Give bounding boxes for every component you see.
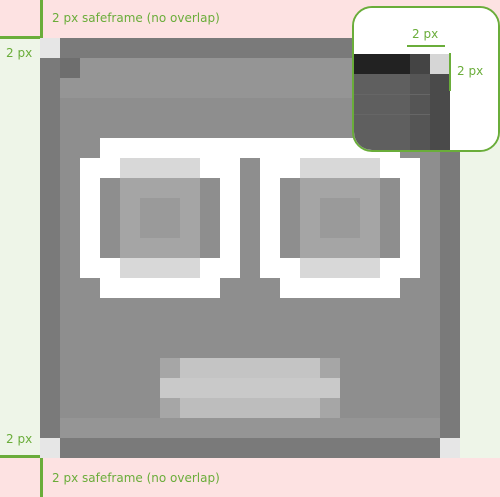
right-lens-rim-top bbox=[300, 158, 380, 178]
left-eye-top-inner-r bbox=[200, 158, 220, 178]
left-eye-right bbox=[220, 158, 240, 278]
glasses-bridge bbox=[220, 138, 280, 158]
left-eye-bot-inner bbox=[100, 258, 120, 278]
zoom-guide-v bbox=[449, 53, 451, 91]
corner-bl bbox=[40, 438, 60, 458]
zoom-dark-row bbox=[354, 54, 410, 74]
left-eye-top-inner bbox=[100, 158, 120, 178]
left-top-2px-label: 2 px bbox=[6, 46, 33, 60]
left-bottom-2px-label: 2 px bbox=[6, 432, 33, 446]
shade-tl bbox=[60, 58, 80, 78]
safeframe-left-band bbox=[0, 38, 40, 458]
mouth-bottom bbox=[180, 398, 320, 418]
zoom-grid-2 bbox=[354, 114, 430, 115]
left-lens-rim-top bbox=[120, 158, 200, 178]
zoom-light-cell bbox=[430, 54, 450, 74]
mouth-right-edge-b bbox=[320, 398, 340, 418]
right-eye-top-inner bbox=[280, 158, 300, 178]
mouth-right-edge bbox=[320, 358, 340, 378]
guide-left-top-h bbox=[0, 36, 42, 39]
mouth-left-edge-b bbox=[160, 398, 180, 418]
zoom-horizontal-label: 2 px bbox=[412, 27, 439, 41]
corner-br bbox=[440, 438, 460, 458]
safeframe-bottom-label: 2 px safeframe (no overlap) bbox=[52, 471, 220, 485]
left-eye-bottom bbox=[100, 278, 220, 298]
right-lens-rim-bot bbox=[300, 258, 380, 278]
right-eye-bot-inner-r bbox=[380, 258, 400, 278]
zoom-dark-cell bbox=[410, 54, 430, 74]
zoom-edge-col bbox=[430, 74, 450, 150]
zoom-grid-1 bbox=[354, 94, 430, 95]
left-eye-bot-inner-r bbox=[200, 258, 220, 278]
safeframe-top-label: 2 px safeframe (no overlap) bbox=[52, 11, 220, 25]
zoom-vertical-label: 2 px bbox=[457, 64, 484, 78]
right-lens-center bbox=[320, 198, 360, 238]
right-eye-right bbox=[400, 158, 420, 278]
left-lens-center bbox=[140, 198, 180, 238]
mouth-left-edge bbox=[160, 358, 180, 378]
right-eye-bot-inner bbox=[280, 258, 300, 278]
left-lens-rim-bot bbox=[120, 258, 200, 278]
right-eye-bottom bbox=[280, 278, 400, 298]
left-eye-left bbox=[80, 158, 100, 278]
right-eye-left bbox=[260, 158, 280, 278]
right-eye-top-inner-r bbox=[380, 158, 400, 178]
mouth-top bbox=[180, 358, 320, 378]
left-eye-top bbox=[100, 138, 220, 158]
zoom-guide-h bbox=[407, 45, 445, 47]
mouth-middle bbox=[160, 378, 340, 398]
zoom-gray-col bbox=[410, 74, 430, 150]
guide-left-bottom bbox=[40, 458, 43, 497]
corner-tl bbox=[40, 38, 60, 58]
guide-left-top bbox=[40, 0, 43, 38]
guide-left-bottom-h bbox=[0, 455, 42, 458]
icon-bottom-band bbox=[60, 418, 440, 438]
